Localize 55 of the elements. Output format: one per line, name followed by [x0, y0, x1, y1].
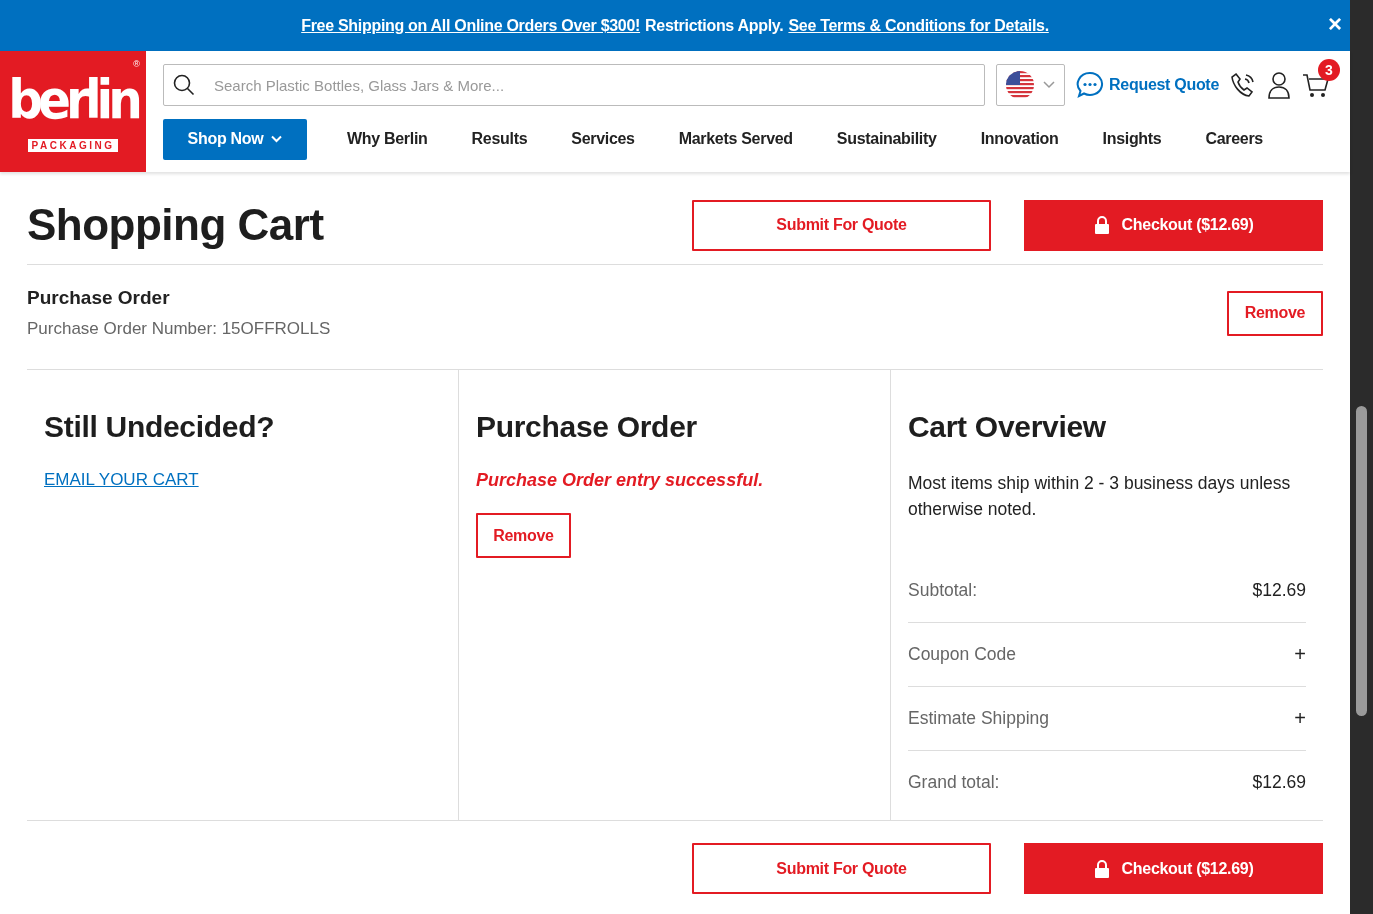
- remove-button[interactable]: Remove: [476, 513, 571, 558]
- email-cart-link[interactable]: EMAIL YOUR CART: [44, 470, 199, 490]
- summary-value: $12.69: [1252, 579, 1306, 601]
- flag-icon: [1005, 71, 1034, 99]
- panel-title: Purchase Order: [476, 410, 697, 444]
- request-quote-link[interactable]: Request Quote: [1076, 71, 1219, 99]
- lock-icon: [1093, 859, 1110, 878]
- lock-icon: [1093, 216, 1110, 234]
- summary-label: Grand total:: [908, 772, 1000, 793]
- close-button[interactable]: ×: [1328, 14, 1342, 34]
- page-title: Shopping Cart: [27, 200, 325, 250]
- scrollbar-thumb[interactable]: [1356, 406, 1367, 716]
- summary-label: Coupon Code: [908, 644, 1016, 665]
- section-title: Purchase Order: [27, 287, 171, 309]
- expand-button[interactable]: +: [1294, 643, 1306, 666]
- logo[interactable]: berlin PACKAGING ®: [0, 51, 146, 172]
- terms-link[interactable]: See Terms & Conditions for Details.: [788, 16, 1049, 35]
- panel-title: Still Undecided?: [44, 410, 275, 444]
- nav-link[interactable]: Insights: [1080, 130, 1184, 148]
- expand-button[interactable]: +: [1294, 707, 1306, 730]
- search-field[interactable]: Search Plastic Bottles, Glass Jars & More...: [163, 64, 986, 106]
- summary-value: $12.69: [1252, 772, 1306, 793]
- registered-mark: ®: [133, 59, 140, 69]
- account-icon[interactable]: [1267, 71, 1291, 99]
- nav-link[interactable]: Markets Served: [656, 130, 815, 148]
- nav-link[interactable]: Results: [449, 130, 550, 148]
- chevron-down-icon: [271, 135, 283, 143]
- nav-link[interactable]: Careers: [1183, 130, 1285, 148]
- shop-now-button[interactable]: Shop Now: [163, 118, 307, 160]
- nav-link[interactable]: Sustainability: [814, 130, 959, 148]
- nav-link[interactable]: Services: [549, 130, 657, 148]
- phone-icon[interactable]: [1230, 71, 1256, 99]
- banner-text: Restrictions Apply.: [645, 16, 784, 35]
- shipping-note: Most items ship within 2 - 3 business days unless otherwise noted.: [908, 472, 1292, 521]
- purchase-order-number: Purchase Order Number: 15OFFROLLS: [27, 319, 332, 339]
- scrollbar[interactable]: [1350, 0, 1373, 914]
- logo-wordmark: berlin: [8, 71, 138, 129]
- chat-bubble-icon: [1076, 71, 1105, 99]
- search-icon: [173, 74, 195, 96]
- summary-label: Estimate Shipping: [908, 708, 1050, 729]
- logo-tagline: PACKAGING: [27, 139, 119, 152]
- chevron-down-icon: [1043, 81, 1056, 89]
- country-selector[interactable]: [996, 64, 1066, 106]
- summary-label: Subtotal:: [908, 579, 978, 601]
- remove-button[interactable]: Remove: [1227, 290, 1323, 336]
- panel-title: Cart Overview: [908, 410, 1106, 444]
- checkout-button[interactable]: Checkout ($12.69): [1024, 199, 1323, 251]
- success-message: Purchase Order entry successful.: [476, 470, 764, 491]
- cart-count-badge: 3: [1318, 59, 1340, 81]
- checkout-button[interactable]: Checkout ($12.69): [1024, 843, 1323, 894]
- submit-for-quote-button[interactable]: Submit For Quote: [692, 843, 991, 894]
- submit-for-quote-button[interactable]: Submit For Quote: [692, 199, 991, 251]
- free-shipping-link[interactable]: Free Shipping on All Online Orders Over $300!: [301, 16, 641, 35]
- nav-link[interactable]: Innovation: [958, 130, 1081, 148]
- nav-link[interactable]: Why Berlin: [325, 130, 450, 148]
